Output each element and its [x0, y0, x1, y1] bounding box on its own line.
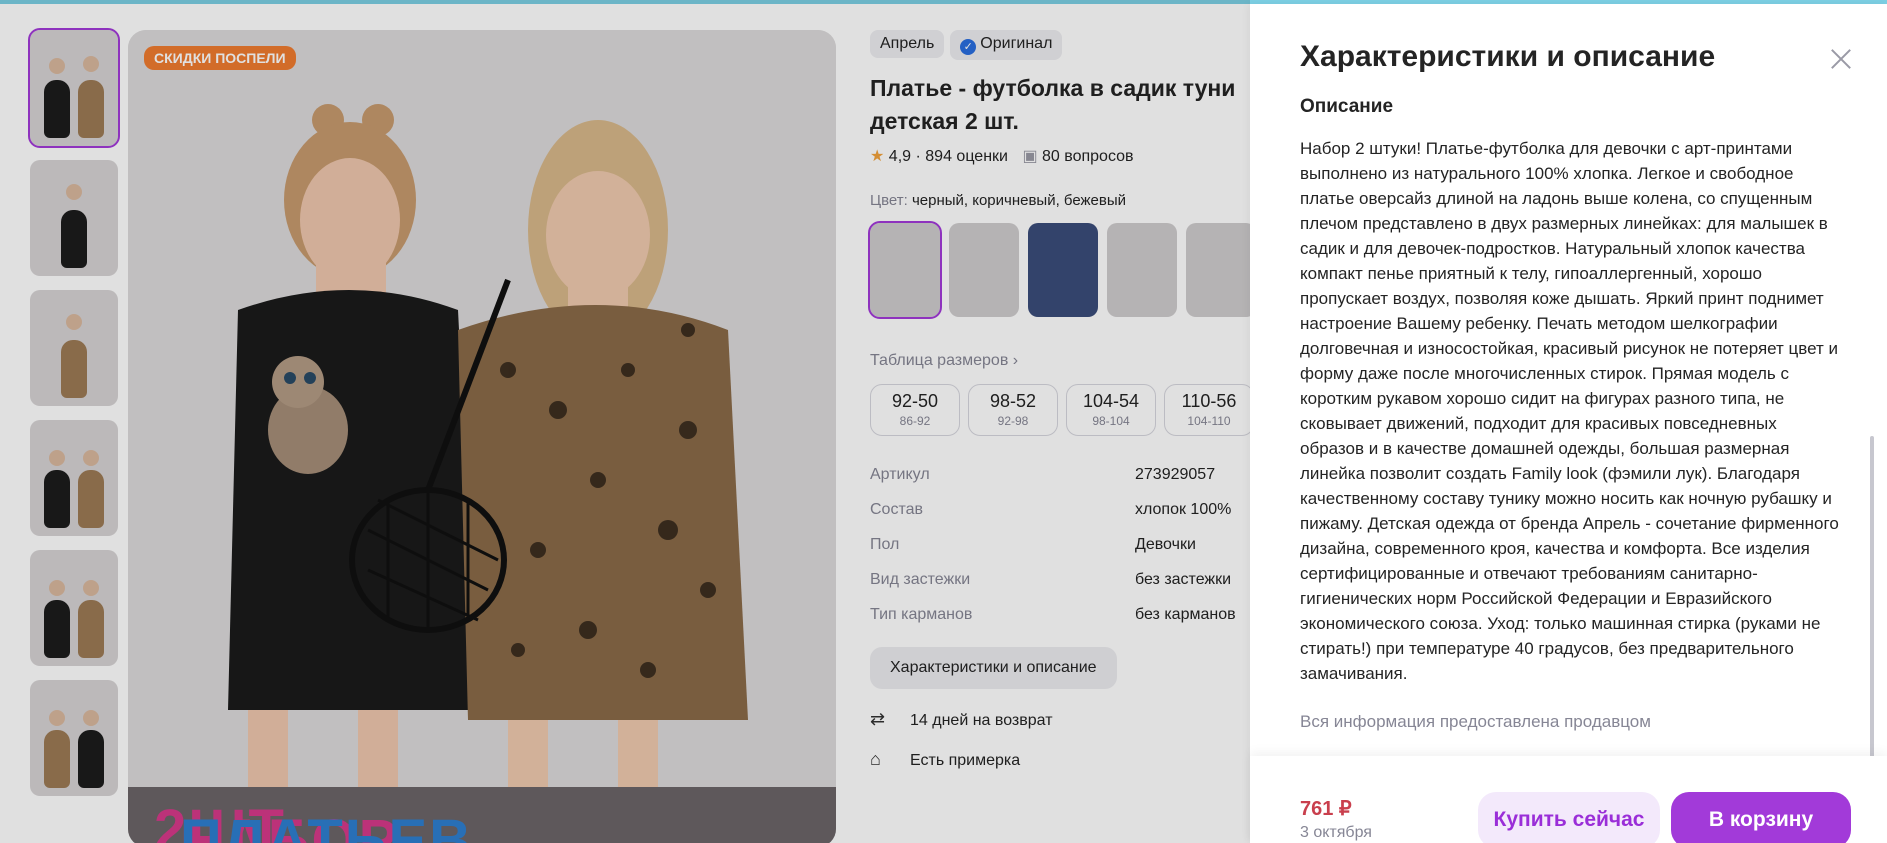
- seller-note: Вся информация предоставлена продавцом: [1300, 712, 1651, 731]
- drawer-title: Характеристики и описание: [1300, 40, 1716, 73]
- add-to-cart-button[interactable]: В корзину: [1671, 792, 1851, 843]
- buy-bar: 761 ₽ 3 октября Купить сейчас В корзину: [1250, 756, 1887, 843]
- description-text: Набор 2 штуки! Платье-футболка для девоч…: [1300, 139, 1839, 683]
- price: 761 ₽: [1300, 798, 1352, 820]
- close-icon[interactable]: [1826, 44, 1856, 74]
- drawer-scrollbar[interactable]: [1870, 436, 1874, 766]
- description-heading: Описание: [1300, 96, 1394, 117]
- modal-backdrop[interactable]: [0, 0, 1250, 843]
- delivery-date: 3 октября: [1300, 824, 1372, 841]
- characteristics-drawer: Характеристики и описание Описание Набор…: [1250, 4, 1887, 843]
- buy-now-button[interactable]: Купить сейчас: [1478, 792, 1660, 843]
